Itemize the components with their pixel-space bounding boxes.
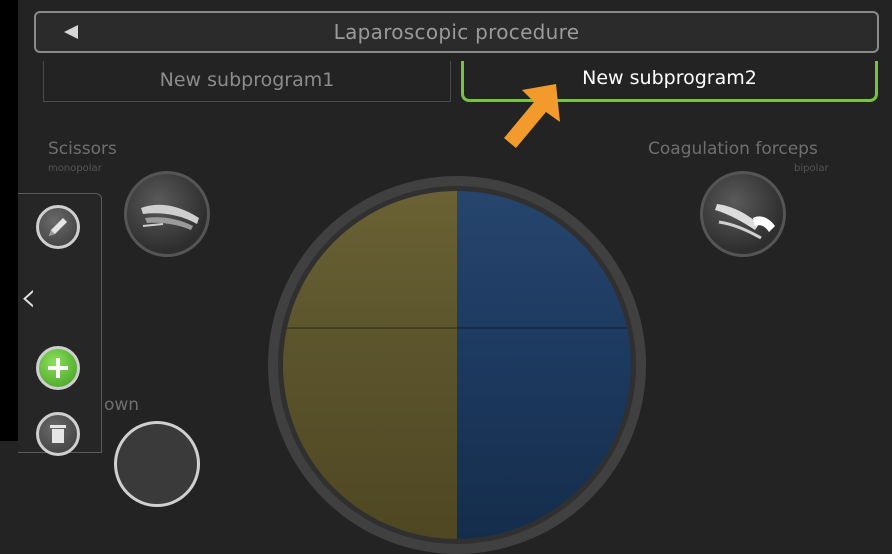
scissors-icon bbox=[141, 204, 199, 230]
collapse-panel-chevron-icon[interactable]: ‹ bbox=[20, 276, 37, 318]
dial-divider bbox=[283, 327, 631, 329]
add-button[interactable] bbox=[36, 346, 80, 390]
tool-label-scissors: Scissors bbox=[48, 139, 117, 159]
plus-icon bbox=[48, 358, 68, 378]
left-edge bbox=[0, 0, 18, 441]
edit-button[interactable] bbox=[36, 205, 80, 249]
output-dial[interactable] bbox=[283, 191, 631, 539]
partial-tool-label: own bbox=[104, 395, 140, 415]
tool-sub-bipolar: bipolar bbox=[794, 163, 829, 174]
coag-quadrant[interactable] bbox=[457, 191, 631, 539]
title-bar[interactable]: Laparoscopic procedure bbox=[34, 11, 879, 53]
forceps-tool-button[interactable] bbox=[700, 171, 786, 257]
tab-label: New subprogram1 bbox=[159, 69, 335, 91]
partial-tool-button[interactable] bbox=[114, 421, 200, 507]
delete-button[interactable] bbox=[36, 412, 80, 456]
tab-label: New subprogram2 bbox=[582, 67, 757, 89]
forceps-icon bbox=[715, 204, 775, 240]
tool-sub-monopolar: monopolar bbox=[48, 163, 102, 174]
page-title: Laparoscopic procedure bbox=[333, 20, 580, 44]
scissors-tool-button[interactable] bbox=[124, 171, 210, 257]
cut-quadrant[interactable] bbox=[283, 191, 457, 539]
tool-label-coagulation-forceps: Coagulation forceps bbox=[648, 139, 818, 159]
trash-icon bbox=[50, 425, 66, 443]
pencil-icon bbox=[49, 218, 67, 236]
tab-new-subprogram1[interactable]: New subprogram1 bbox=[43, 61, 451, 102]
annotation-arrow-icon bbox=[494, 82, 574, 162]
